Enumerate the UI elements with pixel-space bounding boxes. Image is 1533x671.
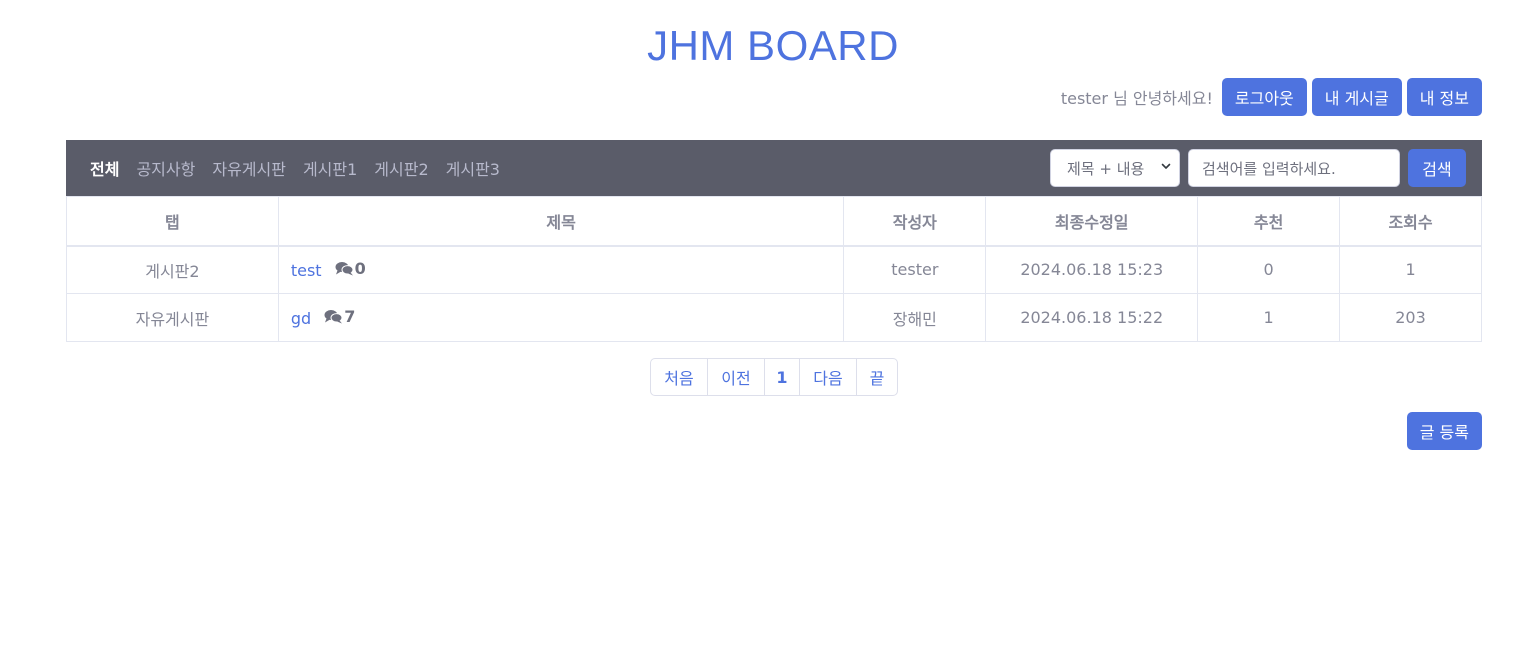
table-header-row: 탭 제목 작성자 최종수정일 추천 조회수 [66,196,1482,247]
table-row: 게시판2 test 0 tester 2024.06.18 15:23 0 1 [66,245,1482,294]
page-first[interactable]: 처음 [651,359,708,395]
greeting-text: tester 님 안녕하세요! [1060,89,1213,108]
post-title-link[interactable]: gd [291,309,311,328]
column-header-title: 제목 [277,196,845,247]
board-nav: 전체 공지사항 자유게시판 게시판1 게시판2 게시판3 제목 + 내용 검색어… [66,140,1482,196]
comment-count: 7 [324,307,355,326]
comment-count-value: 0 [354,259,366,279]
comment-count: 0 [335,259,366,278]
row-author: 장해민 [843,293,987,342]
site-title: JHM BOARD [647,22,899,69]
row-views: 203 [1339,293,1482,342]
write-post-button[interactable]: 글 등록 [1406,412,1482,450]
comment-count-value: 7 [344,307,356,326]
table-row: 자유게시판 gd 7 장해민 2024.06.18 15:22 1 203 [66,293,1482,342]
column-header-updated: 최종수정일 [985,196,1199,247]
search-button[interactable]: 검색 [1408,149,1466,187]
column-header-tab: 탭 [66,196,279,247]
pagination: 처음 이전 1 다음 끝 [650,358,898,396]
search-type-select[interactable]: 제목 + 내용 [1050,149,1180,187]
row-likes: 0 [1197,245,1341,294]
column-header-likes: 추천 [1197,196,1341,247]
page-next[interactable]: 다음 [800,359,857,395]
tab-board2[interactable]: 게시판2 [374,156,428,180]
search-area: 제목 + 내용 검색어를 입력하세요. 검색 [1050,149,1466,187]
row-updated: 2024.06.18 15:23 [985,245,1199,294]
row-tab: 자유게시판 [66,293,279,342]
comments-icon [324,310,343,324]
comments-icon [335,262,354,276]
logout-button[interactable]: 로그아웃 [1221,78,1307,116]
search-placeholder: 검색어를 입력하세요. [1202,159,1336,178]
row-author: tester [843,245,987,294]
row-title-cell: test 0 [277,245,845,294]
post-table: 탭 제목 작성자 최종수정일 추천 조회수 게시판2 test 0 tester… [66,196,1482,342]
row-updated: 2024.06.18 15:22 [985,293,1199,342]
row-likes: 1 [1197,293,1341,342]
my-info-button[interactable]: 내 정보 [1406,78,1482,116]
tab-all[interactable]: 전체 [90,156,119,180]
chevron-down-icon [1161,163,1171,169]
row-views: 1 [1339,245,1482,294]
tab-free-board[interactable]: 자유게시판 [212,156,286,180]
row-title-cell: gd 7 [277,293,845,342]
column-header-views: 조회수 [1339,196,1482,247]
tab-notice[interactable]: 공지사항 [136,156,195,180]
page-last[interactable]: 끝 [857,359,897,395]
tab-board1[interactable]: 게시판1 [303,156,357,180]
search-input[interactable]: 검색어를 입력하세요. [1188,149,1400,187]
page-prev[interactable]: 이전 [708,359,765,395]
tab-board3[interactable]: 게시판3 [446,156,500,180]
search-type-value: 제목 + 내용 [1067,159,1145,178]
my-posts-button[interactable]: 내 게시글 [1311,78,1402,116]
page-current[interactable]: 1 [765,359,800,395]
post-title-link[interactable]: test [291,261,322,280]
column-header-author: 작성자 [843,196,987,247]
user-bar: tester 님 안녕하세요! 로그아웃 내 게시글 내 정보 [1061,78,1482,116]
row-tab: 게시판2 [66,245,279,294]
